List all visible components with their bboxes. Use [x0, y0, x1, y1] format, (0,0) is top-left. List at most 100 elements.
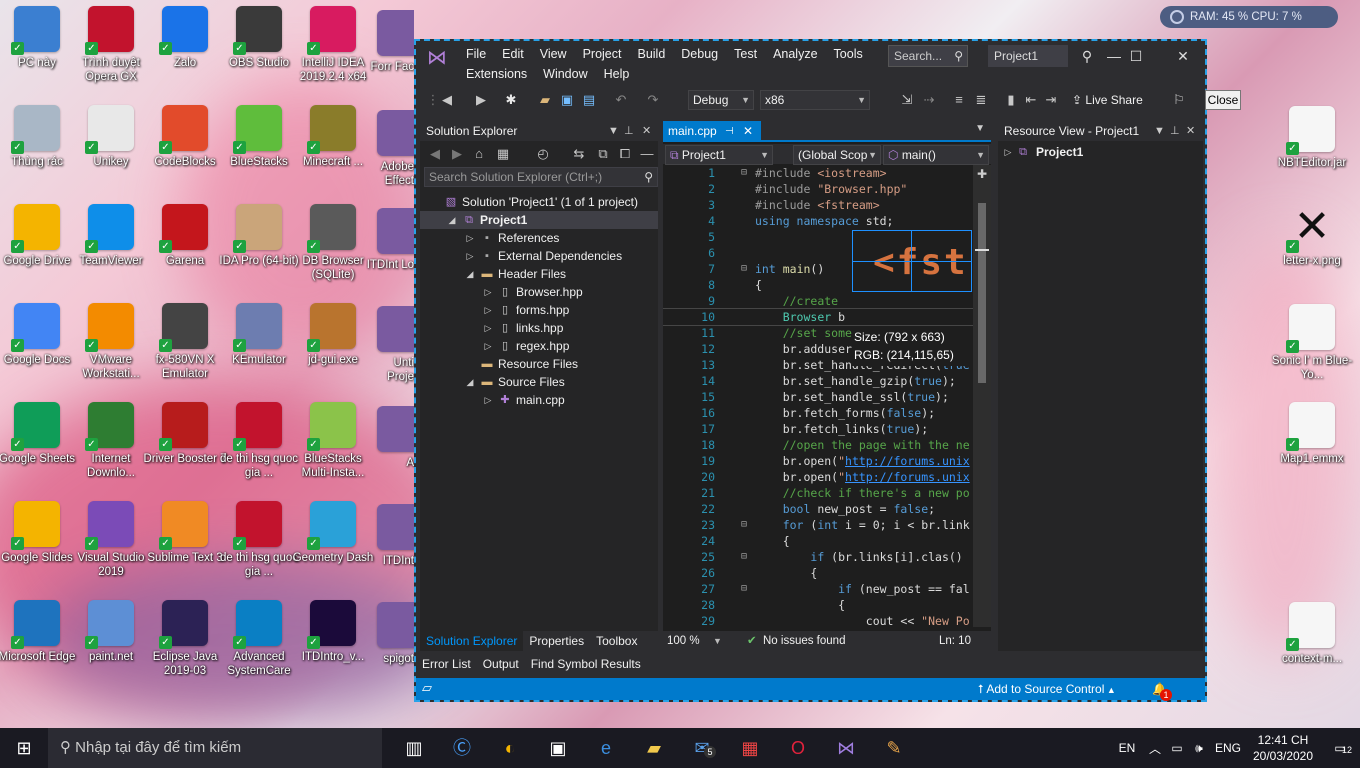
menu-build[interactable]: Build: [629, 44, 673, 64]
desktop-icon[interactable]: ✓ Google Sheets: [0, 402, 79, 498]
task-view-icon[interactable]: ▥: [390, 728, 438, 768]
split-icon[interactable]: ✚: [977, 167, 987, 181]
desktop-icon-partial[interactable]: ITDInt: [366, 504, 414, 600]
open-folder-icon[interactable]: ▰: [536, 91, 554, 109]
expand-icon[interactable]: ▷: [482, 301, 494, 319]
desktop-icon[interactable]: ✓ paint.net: [69, 600, 153, 696]
desktop-icon[interactable]: ✓ de thi hsg quoc gia ...: [217, 402, 301, 498]
menu-help[interactable]: Help: [596, 64, 638, 84]
chevron-down-icon[interactable]: ▼: [713, 631, 722, 651]
desktop-icon[interactable]: ✓ fx-580VN X Emulator: [143, 303, 227, 399]
paint-icon[interactable]: ✎: [870, 728, 918, 768]
home-icon[interactable]: ⌂: [470, 145, 488, 163]
panel-menu-icon[interactable]: ▼: [1154, 121, 1165, 141]
desktop-icon[interactable]: ✓ KEmulator: [217, 303, 301, 399]
back-icon[interactable]: ◀: [426, 145, 444, 163]
pin-icon[interactable]: ⊥: [624, 121, 634, 141]
tree-item[interactable]: ▷ ▯ links.hpp: [420, 319, 658, 337]
desktop-icon[interactable]: ✓ context-m...: [1270, 602, 1354, 698]
fold-toggle-icon[interactable]: ⊟: [741, 517, 751, 533]
tree-item[interactable]: ◢ ▬ Header Files: [420, 265, 658, 283]
network-icon[interactable]: ▭: [1166, 741, 1188, 755]
expand-icon[interactable]: ▷: [464, 229, 476, 247]
desktop-icon[interactable]: ✓ Unikey: [69, 105, 153, 201]
desktop-icon[interactable]: ✓ BlueStacks: [217, 105, 301, 201]
desktop-icon[interactable]: ✓ Visual Studio 2019: [69, 501, 153, 597]
menu-tools[interactable]: Tools: [826, 44, 871, 64]
desktop-icon[interactable]: ✓ PC này: [0, 6, 79, 102]
tree-item[interactable]: ◢ ▬ Source Files: [420, 373, 658, 391]
desktop-icon[interactable]: ✓ ITDIntro_v...: [291, 600, 375, 696]
tab-properties[interactable]: Properties: [523, 631, 590, 651]
tab-main-cpp[interactable]: main.cpp ⊣ ✕: [663, 121, 761, 142]
collapse-icon[interactable]: ◢: [446, 211, 458, 229]
save-icon[interactable]: ▣: [558, 91, 576, 109]
visual-studio-icon[interactable]: ⋈: [822, 728, 870, 768]
menu-debug[interactable]: Debug: [673, 44, 726, 64]
tree-item[interactable]: ▧ Solution 'Project1' (1 of 1 project): [420, 193, 658, 211]
bookmark-next-icon[interactable]: ⇥: [1042, 91, 1060, 109]
menu-edit[interactable]: Edit: [494, 44, 532, 64]
menu-analyze[interactable]: Analyze: [765, 44, 825, 64]
desktop-icon[interactable]: ✓ Eclipse Java 2019-03: [143, 600, 227, 696]
panel-menu-icon[interactable]: ▼: [608, 121, 619, 141]
game-icon[interactable]: ▦: [726, 728, 774, 768]
desktop-icon[interactable]: ✓ Driver Booster 7: [143, 402, 227, 498]
desktop-icon[interactable]: ✓ jd-gui.exe: [291, 303, 375, 399]
desktop-icon-partial[interactable]: A: [366, 406, 414, 502]
start-button[interactable]: ⊞: [0, 728, 48, 768]
collapse-icon[interactable]: ◢: [464, 265, 476, 283]
desktop-icon[interactable]: ✓ Advanced SystemCare: [217, 600, 301, 696]
solution-config-select[interactable]: Debug ▼: [688, 90, 754, 110]
resource-tree-root[interactable]: ▷ ⧉ Project1: [998, 143, 1203, 161]
undo-icon[interactable]: ↶: [612, 91, 630, 109]
tab-toolbox[interactable]: Toolbox: [590, 631, 643, 651]
fold-toggle-icon[interactable]: ⊟: [741, 581, 751, 597]
solution-explorer-search[interactable]: Search Solution Explorer (Ctrl+;) ⚲: [424, 167, 658, 187]
expand-icon[interactable]: ▷: [464, 247, 476, 265]
performance-widget[interactable]: RAM: 45 % CPU: 7 %: [1160, 6, 1338, 28]
tab-overflow-icon[interactable]: ▼: [975, 123, 985, 134]
desktop-icon-partial[interactable]: spigot: [366, 602, 414, 698]
tree-item[interactable]: ▷ ▯ Browser.hpp: [420, 283, 658, 301]
close-button[interactable]: ✕: [1171, 45, 1195, 67]
desktop-icon[interactable]: ✓ IntelliJ IDEA 2019.2.4 x64: [291, 6, 375, 102]
desktop-icon-partial[interactable]: ITDInt Lo: [366, 208, 414, 304]
add-to-source-control-button[interactable]: ⭡ Add to Source Control ▲: [978, 678, 1116, 701]
switch-views-icon[interactable]: ▦: [494, 145, 512, 163]
desktop-icon[interactable]: ✓ de thi hsg quoc gia ...: [217, 501, 301, 597]
desktop-icon[interactable]: ✓ TeamViewer: [69, 204, 153, 300]
desktop-icon[interactable]: ✓ Thùng rác: [0, 105, 79, 201]
desktop-icon[interactable]: ✓ Minecraft ...: [291, 105, 375, 201]
zoom-level[interactable]: 100 %: [667, 631, 700, 651]
expand-icon[interactable]: ▷: [1002, 143, 1014, 161]
desktop-icon[interactable]: ✓ Google Slides: [0, 501, 79, 597]
save-all-icon[interactable]: ▤: [580, 91, 598, 109]
collapse-all-icon[interactable]: ⧉: [594, 145, 612, 163]
scope-dropdown[interactable]: (Global Scop ▼: [793, 145, 881, 165]
project-dropdown[interactable]: ⧉ Project1 ▼: [665, 145, 773, 165]
tab-close-icon[interactable]: ✕: [743, 121, 753, 142]
menu-window[interactable]: Window: [535, 64, 595, 84]
desktop-icon[interactable]: ✓ Trình duyệt Opera GX: [69, 6, 153, 102]
menu-project[interactable]: Project: [575, 44, 630, 64]
desktop-icon[interactable]: ✓ Map1.emmx: [1270, 402, 1354, 498]
show-all-files-icon[interactable]: ⧠: [616, 145, 634, 163]
comment-lines-icon[interactable]: ≡: [950, 91, 968, 109]
solution-platform-select[interactable]: x86 ▼: [760, 90, 870, 110]
bookmark-icon[interactable]: ▮: [1002, 91, 1020, 109]
member-dropdown[interactable]: ⬡ main() ▼: [883, 145, 989, 165]
desktop-icon[interactable]: ✓ NBTEditor.jar: [1270, 106, 1354, 202]
file-explorer-icon[interactable]: ▰: [630, 728, 678, 768]
desktop-icon[interactable]: ✓ Microsoft Edge: [0, 600, 79, 696]
ccleaner-icon[interactable]: Ⓒ: [438, 728, 486, 768]
desktop-icon[interactable]: ✓ Zalo: [143, 6, 227, 102]
scrollbar-thumb[interactable]: [978, 203, 986, 383]
menu-view[interactable]: View: [532, 44, 575, 64]
desktop-icon[interactable]: ✓ Google Drive: [0, 204, 79, 300]
desktop-icon[interactable]: ✓ VMware Workstati...: [69, 303, 153, 399]
back-icon[interactable]: ◀: [438, 91, 456, 109]
pending-changes-icon[interactable]: ◴: [534, 145, 552, 163]
step-into-icon[interactable]: ⇲: [898, 91, 916, 109]
tab-find-symbol-results[interactable]: Find Symbol Results: [529, 653, 643, 675]
